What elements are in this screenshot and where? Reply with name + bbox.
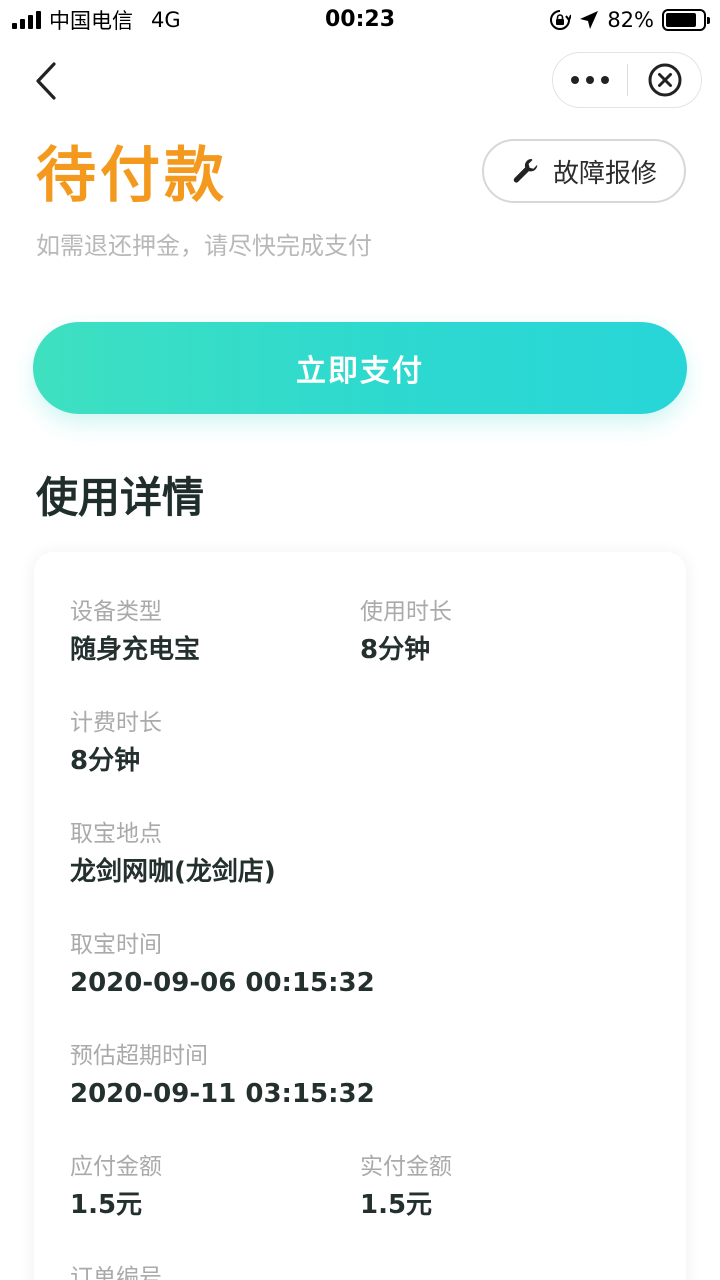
detail-amount-paid: 实付金额 1.5元 — [360, 1151, 452, 1223]
detail-label: 实付金额 — [360, 1154, 452, 1180]
back-button[interactable] — [26, 58, 66, 104]
chevron-left-icon — [36, 62, 56, 100]
usage-details-title: 使用详情 — [36, 473, 205, 522]
detail-usage-duration: 使用时长 8分钟 — [360, 596, 452, 668]
order-detail-page: 中国电信 4G 00:23 82% 待付款 故障报修 如需退还押金，请尽快完成支… — [0, 0, 720, 1280]
detail-label: 取宝地点 — [70, 821, 162, 847]
detail-label: 订单编号 — [70, 1265, 162, 1280]
wrench-icon — [513, 158, 538, 183]
more-dots-icon — [571, 76, 579, 84]
detail-label: 预估超期时间 — [70, 1043, 208, 1069]
battery-fill — [666, 13, 696, 27]
detail-value: 2020-09-11 03:15:32 — [70, 1079, 375, 1109]
pay-now-label: 立即支付 — [296, 354, 424, 389]
payment-hint: 如需退还押金，请尽快完成支付 — [36, 232, 372, 260]
detail-value: 龙剑网咖(龙剑店) — [70, 857, 276, 887]
location-arrow-icon — [580, 11, 599, 29]
close-button[interactable] — [628, 53, 701, 107]
detail-label: 取宝时间 — [70, 932, 162, 958]
detail-value: 1.5元 — [70, 1190, 143, 1220]
status-bar: 中国电信 4G 00:23 82% — [0, 0, 720, 40]
battery-percent: 82% — [607, 8, 654, 32]
close-circle-icon — [648, 63, 681, 97]
detail-value: 随身充电宝 — [70, 635, 201, 665]
detail-label: 计费时长 — [70, 710, 162, 736]
more-button[interactable] — [553, 53, 627, 107]
usage-details-card: 设备类型 随身充电宝 使用时长 8分钟 计费时长 8分钟 取宝地点 龙剑网咖(龙… — [34, 552, 686, 1280]
status-right: 82% — [549, 6, 710, 34]
detail-value: 8分钟 — [70, 746, 141, 776]
detail-device-type: 设备类型 随身充电宝 — [70, 596, 200, 668]
detail-label: 使用时长 — [360, 599, 452, 625]
order-status-title: 待付款 — [36, 141, 228, 211]
detail-value: 1.5元 — [360, 1190, 433, 1220]
report-fault-button[interactable]: 故障报修 — [482, 139, 686, 203]
detail-label: 应付金额 — [70, 1154, 162, 1180]
detail-pickup-time: 取宝时间 2020-09-06 00:15:32 — [70, 929, 375, 1001]
battery-icon — [662, 9, 710, 31]
detail-value: 2020-09-06 00:15:32 — [70, 968, 375, 998]
detail-billing-duration: 计费时长 8分钟 — [70, 707, 162, 779]
detail-label: 设备类型 — [70, 599, 162, 625]
detail-estimated-overdue-time: 预估超期时间 2020-09-11 03:15:32 — [70, 1040, 375, 1112]
detail-amount-due: 应付金额 1.5元 — [70, 1151, 162, 1223]
mini-program-capsule — [552, 52, 702, 108]
orientation-lock-icon — [550, 10, 572, 30]
report-fault-label: 故障报修 — [552, 158, 657, 189]
pay-now-button[interactable]: 立即支付 — [33, 322, 687, 414]
detail-value: 8分钟 — [360, 635, 431, 665]
detail-pickup-location: 取宝地点 龙剑网咖(龙剑店) — [70, 818, 276, 890]
detail-order-number: 订单编号 — [70, 1262, 162, 1280]
